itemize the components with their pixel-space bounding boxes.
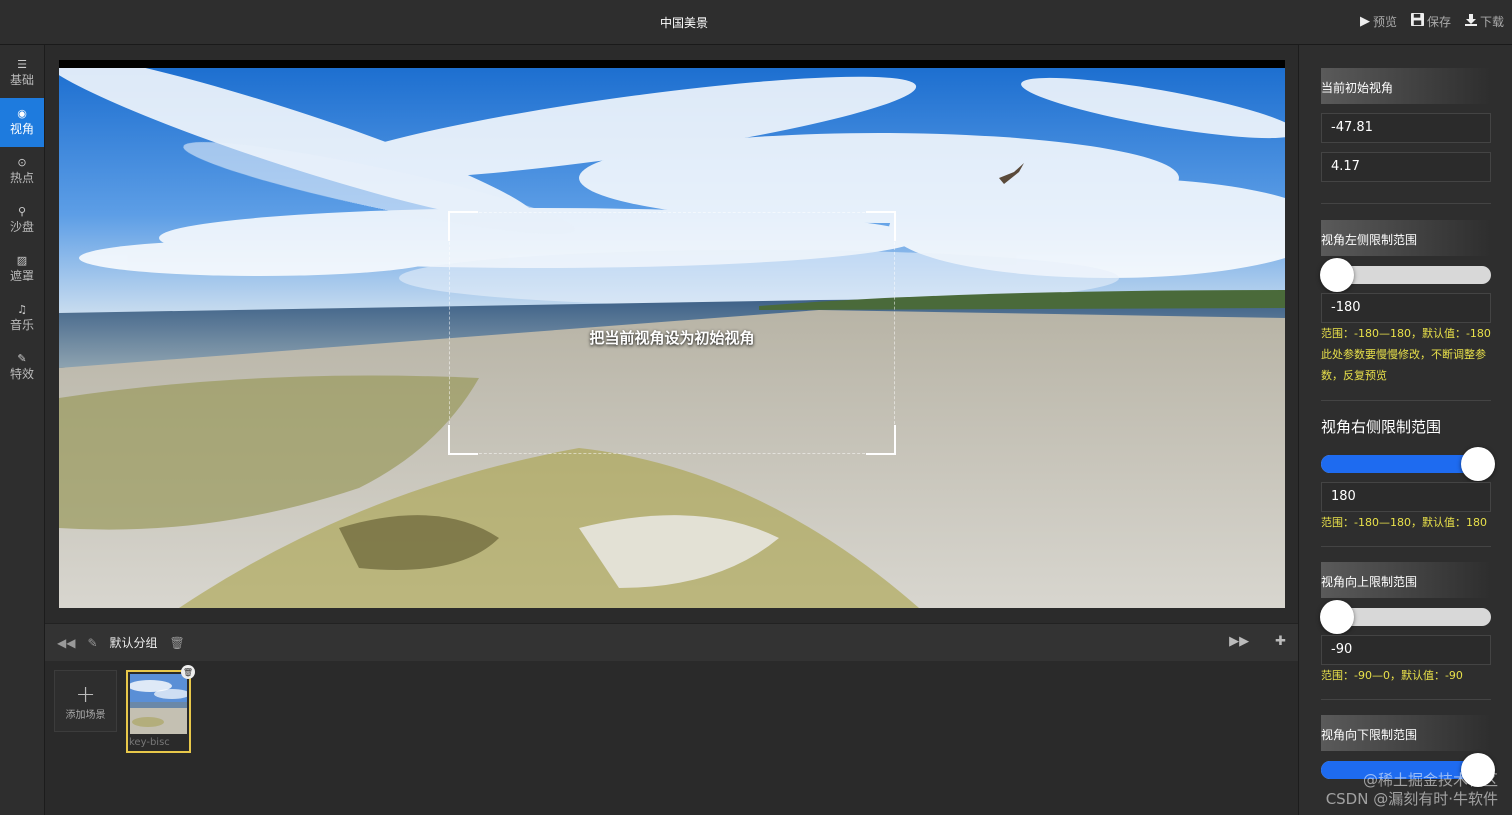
right-limit-slider[interactable] — [1321, 447, 1495, 481]
up-limit-hint: 范围：-90—0，默认值：-90 — [1321, 669, 1463, 682]
music-icon: ♫ — [17, 303, 27, 316]
sidebar-item-label: 视角 — [9, 122, 34, 136]
left-limit-note: 此处参数要慢慢修改，不断调整参数，反复预览 — [1321, 348, 1486, 382]
right-limit-input[interactable]: 180 — [1321, 482, 1491, 512]
top-actions: ▶ 预览 保存 下载 — [1360, 13, 1504, 30]
slider-knob[interactable] — [1320, 258, 1354, 292]
down-limit-title: 视角向下限制范围 — [1321, 715, 1491, 751]
preview-button[interactable]: ▶ 预览 — [1360, 13, 1397, 30]
frame-corner — [448, 211, 478, 241]
play-icon: ▶ — [1359, 14, 1370, 29]
divider — [1321, 400, 1491, 401]
top-bar: 中国美景 ▶ 预览 保存 下载 — [0, 0, 1512, 45]
set-initial-view-label[interactable]: 把当前视角设为初始视角 — [450, 327, 894, 348]
sidebar-item-view[interactable]: ◉ 视角 — [0, 98, 44, 147]
frame-corner — [448, 425, 478, 455]
initial-vertical-input[interactable]: 4.17 — [1321, 152, 1491, 182]
download-button[interactable]: 下载 — [1464, 13, 1504, 30]
left-limit-input[interactable]: -180 — [1321, 293, 1491, 323]
sidebar-item-sandbox[interactable]: ⚲ 沙盘 — [0, 196, 44, 245]
view-settings-panel: 当前初始视角 -47.81 4.17 视角左侧限制范围 -180 范围：-180… — [1298, 45, 1512, 815]
plus-icon[interactable]: ✚ — [1275, 634, 1286, 649]
sidebar-item-music[interactable]: ♫ 音乐 — [0, 294, 44, 343]
watermark-line: CSDN @漏刻有时·牛软件 — [1325, 790, 1498, 808]
sidebar-item-label: 沙盘 — [9, 220, 34, 234]
slider-fill — [1321, 455, 1478, 473]
scene-thumbnail-image — [130, 674, 187, 734]
preview-label: 预览 — [1372, 15, 1397, 29]
watermark: @稀土掘金技术社区 CSDN @漏刻有时·牛软件 — [1326, 771, 1498, 809]
divider — [1321, 546, 1491, 547]
project-title: 中国美景 — [659, 16, 708, 30]
trash-icon[interactable]: 🗑 — [170, 636, 185, 650]
sidebar-item-label: 遮罩 — [9, 269, 34, 283]
download-icon — [1464, 13, 1477, 30]
map-pin-icon: ⚲ — [17, 205, 27, 218]
target-icon: ⊙ — [17, 156, 27, 169]
magic-wand-icon: ✎ — [17, 352, 27, 365]
left-limit-hint: 范围：-180—180，默认值：-180 — [1321, 327, 1491, 340]
add-scene-button[interactable]: + 添加场景 — [54, 670, 117, 732]
initial-view-title: 当前初始视角 — [1321, 68, 1491, 104]
up-limit-input[interactable]: -90 — [1321, 635, 1491, 665]
group-name[interactable]: 默认分组 — [110, 634, 158, 651]
right-limit-hint: 范围：-180—180，默认值：180 — [1321, 516, 1487, 529]
divider — [1321, 699, 1491, 700]
panorama-viewer[interactable]: 把当前视角设为初始视角 — [59, 60, 1285, 608]
scene-thumbnail[interactable]: key-bisc 🗑 — [126, 665, 195, 753]
sidebar-item-label: 音乐 — [9, 318, 34, 332]
scene-name: key-bisc — [129, 737, 170, 748]
divider — [1321, 203, 1491, 204]
slider-knob[interactable] — [1461, 447, 1495, 481]
sidebar-item-label: 热点 — [9, 171, 34, 185]
right-limit-title: 视角右侧限制范围 — [1321, 418, 1442, 436]
up-limit-title: 视角向上限制范围 — [1321, 562, 1491, 598]
up-limit-slider[interactable] — [1320, 600, 1491, 634]
viewer-stage: 把当前视角设为初始视角 — [45, 45, 1298, 623]
save-button[interactable]: 保存 — [1410, 13, 1451, 30]
frame-corner — [866, 425, 896, 455]
scene-group-bar: ◀◀ ✎ 默认分组 🗑 ▶▶ ✚ — [45, 623, 1298, 661]
sidebar-item-label: 特效 — [9, 367, 34, 381]
frame-corner — [866, 211, 896, 241]
delete-scene-icon[interactable]: 🗑 — [181, 665, 195, 679]
edit-icon[interactable]: ✎ — [87, 636, 97, 650]
initial-horizontal-input[interactable]: -47.81 — [1321, 113, 1491, 143]
left-limit-title: 视角左侧限制范围 — [1321, 220, 1491, 256]
initial-view-frame[interactable]: 把当前视角设为初始视角 — [448, 211, 896, 455]
sidebar: ☰ 基础 ◉ 视角 ⊙ 热点 ⚲ 沙盘 ▨ 遮罩 ♫ 音乐 ✎ 特效 — [0, 45, 45, 815]
slider-knob[interactable] — [1320, 600, 1354, 634]
add-scene-label: 添加场景 — [65, 709, 106, 721]
save-icon — [1410, 13, 1424, 30]
list-icon: ☰ — [17, 58, 27, 71]
plus-icon: + — [75, 679, 96, 708]
eye-icon: ◉ — [17, 107, 27, 120]
save-label: 保存 — [1426, 15, 1451, 29]
left-limit-slider[interactable] — [1320, 258, 1491, 292]
watermark-line: @稀土掘金技术社区 — [1362, 771, 1498, 789]
sidebar-item-label: 基础 — [9, 73, 34, 87]
scenes-strip: + 添加场景 key-bisc 🗑 — [45, 661, 1298, 815]
image-icon: ▨ — [16, 254, 28, 267]
rewind-icon[interactable]: ◀◀ — [57, 636, 75, 650]
fast-forward-icon[interactable]: ▶▶ — [1229, 634, 1249, 649]
sidebar-item-mask[interactable]: ▨ 遮罩 — [0, 245, 44, 294]
sidebar-item-basic[interactable]: ☰ 基础 — [0, 49, 44, 98]
sidebar-item-effects[interactable]: ✎ 特效 — [0, 343, 44, 392]
download-label: 下载 — [1479, 15, 1504, 29]
sidebar-item-hotspot[interactable]: ⊙ 热点 — [0, 147, 44, 196]
